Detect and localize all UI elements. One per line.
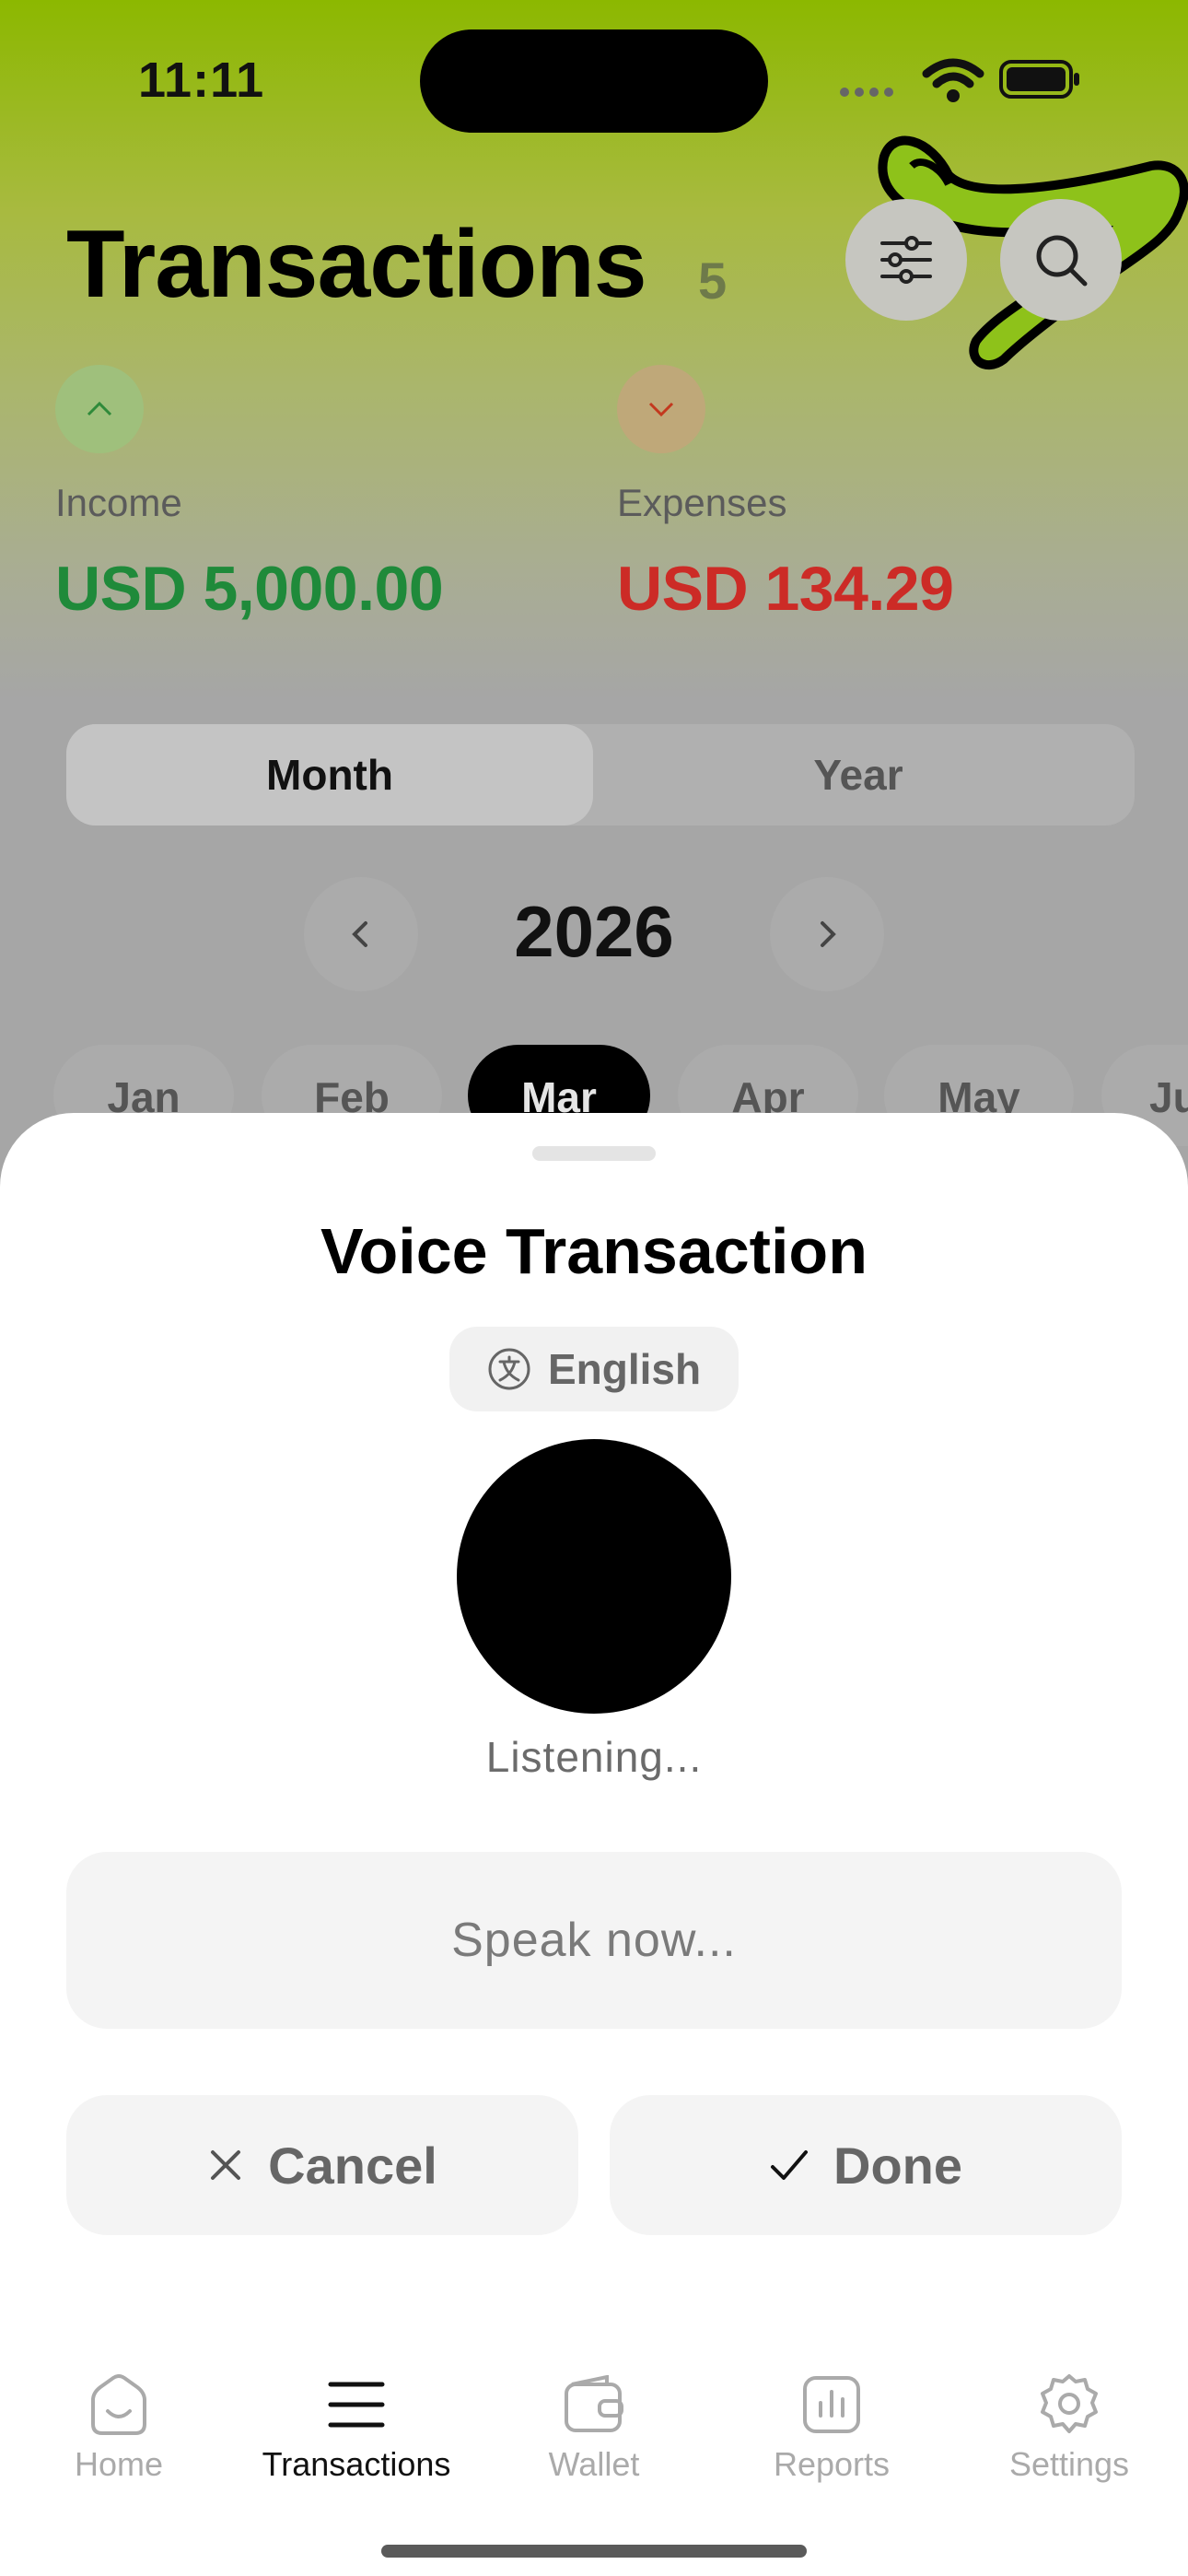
chevron-down-icon <box>648 402 674 417</box>
listening-status: Listening... <box>485 1733 703 1781</box>
next-year-button[interactable] <box>770 877 884 991</box>
income-amount: USD 5,000.00 <box>55 554 444 624</box>
tab-transactions[interactable]: Transactions <box>250 2368 462 2484</box>
language-selector[interactable]: English <box>449 1327 739 1411</box>
microphone-button[interactable] <box>457 1439 731 1714</box>
tab-settings[interactable]: Settings <box>963 2368 1175 2484</box>
checkmark-icon <box>771 2150 808 2180</box>
search-icon <box>1036 235 1088 287</box>
year-label: 2026 <box>514 891 674 972</box>
close-icon <box>211 2150 241 2180</box>
sheet-grabber[interactable] <box>532 1146 656 1161</box>
home-indicator[interactable] <box>381 2545 807 2558</box>
tab-wallet[interactable]: Wallet <box>488 2368 700 2484</box>
sliders-icon <box>880 236 932 284</box>
income-indicator <box>55 365 144 453</box>
search-button[interactable] <box>1000 199 1122 321</box>
expenses-label: Expenses <box>617 481 787 524</box>
done-label: Done <box>833 2136 962 2195</box>
segment-year[interactable]: Year <box>593 724 1124 825</box>
done-button[interactable]: Done <box>610 2095 1122 2235</box>
cancel-button[interactable]: Cancel <box>66 2095 578 2235</box>
tab-transactions-label: Transactions <box>262 2445 451 2483</box>
chevron-up-icon <box>87 401 112 416</box>
sheet-title: Voice Transaction <box>320 1215 868 1287</box>
chevron-left-icon <box>352 921 367 947</box>
segment-month[interactable]: Month <box>66 724 593 825</box>
chevron-right-icon <box>821 921 836 947</box>
previous-year-button[interactable] <box>304 877 418 991</box>
chart-icon <box>803 2376 860 2433</box>
translate-icon <box>488 1348 530 1390</box>
tab-home[interactable]: Home <box>13 2368 225 2484</box>
tab-home-label: Home <box>74 2445 164 2483</box>
gear-icon <box>1041 2374 1098 2433</box>
cellular-signal-icon <box>840 85 903 97</box>
filter-button[interactable] <box>845 199 967 321</box>
dynamic-island <box>420 29 768 133</box>
home-icon <box>91 2374 146 2435</box>
page-title: Transactions <box>66 211 647 318</box>
expenses-amount: USD 134.29 <box>617 554 954 624</box>
income-label: Income <box>55 481 182 524</box>
tab-settings-label: Settings <box>1008 2445 1130 2483</box>
status-time: 11:11 <box>138 53 265 108</box>
tab-reports[interactable]: Reports <box>726 2368 938 2484</box>
tab-reports-label: Reports <box>773 2445 891 2483</box>
transaction-count-badge: 5 <box>698 252 728 310</box>
language-label: English <box>547 1345 702 1393</box>
wallet-icon <box>565 2375 623 2432</box>
cancel-label: Cancel <box>268 2136 437 2195</box>
tab-wallet-label: Wallet <box>548 2445 640 2483</box>
transcript-placeholder: Speak now... <box>451 1914 737 1967</box>
wifi-icon <box>922 58 984 102</box>
transcript-field: Speak now... <box>66 1852 1122 2029</box>
list-icon <box>328 2382 385 2428</box>
expenses-indicator <box>617 365 705 453</box>
battery-icon <box>999 60 1079 99</box>
